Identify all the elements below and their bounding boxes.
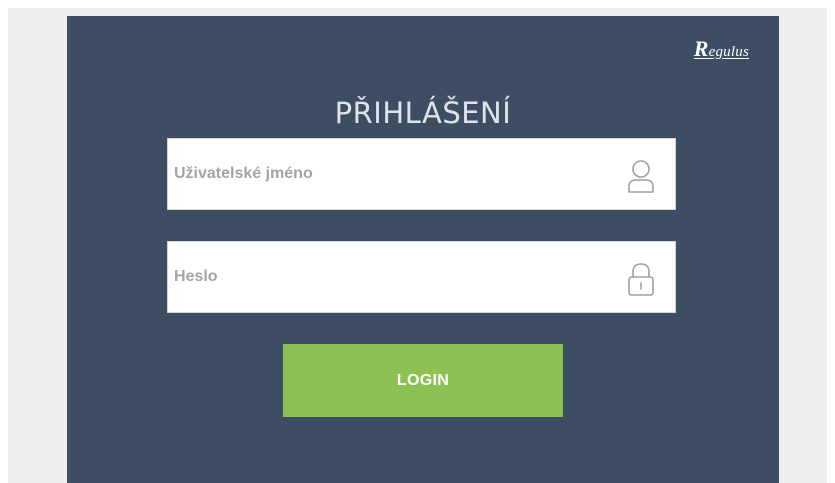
password-input[interactable]: [168, 242, 675, 312]
password-field-container: [167, 241, 676, 313]
login-panel: Regulus PŘIHLÁŠENÍ LOGIN: [67, 16, 779, 483]
page-title: PŘIHLÁŠENÍ: [334, 96, 512, 130]
lock-icon: [628, 263, 654, 296]
login-button[interactable]: LOGIN: [283, 344, 563, 417]
user-icon: [628, 160, 654, 193]
regulus-logo: Regulus: [694, 36, 749, 62]
logo-initial: R: [693, 36, 709, 61]
logo-text: egulus: [708, 44, 749, 60]
username-field-container: [167, 138, 676, 210]
username-input[interactable]: [168, 139, 675, 209]
